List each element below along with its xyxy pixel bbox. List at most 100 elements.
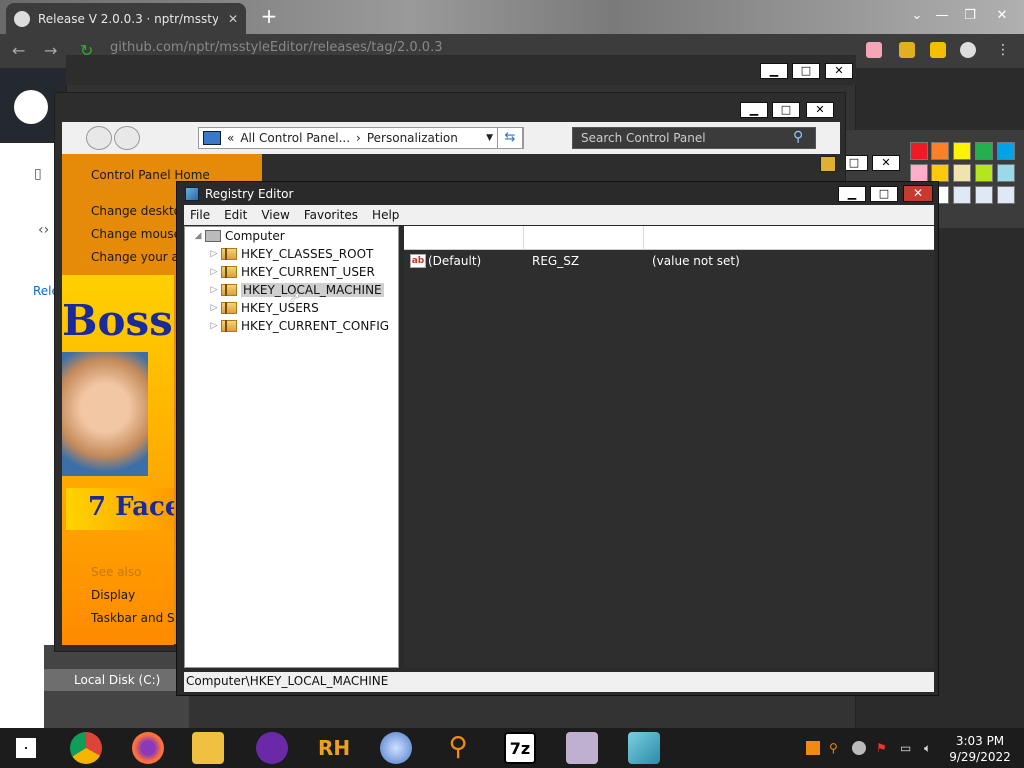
resource-hacker-icon[interactable]: RH — [318, 732, 350, 764]
taskbar-link[interactable]: Taskbar and Sta — [91, 611, 174, 625]
regedit-taskbar-icon[interactable] — [628, 732, 660, 764]
swatch-white-3[interactable] — [975, 186, 993, 204]
yahoo-messenger-icon[interactable] — [256, 732, 288, 764]
chrome-menu-icon[interactable]: ⋮ — [996, 42, 1010, 58]
registry-values-pane[interactable] — [404, 226, 934, 668]
tree-node-hkcr[interactable]: ▷ HKEY_CLASSES_ROOT — [207, 245, 374, 263]
chrome-minimize-button[interactable]: — — [930, 6, 954, 26]
forward-arrow-icon[interactable]: → — [44, 41, 57, 60]
tree-label: HKEY_CURRENT_USER — [241, 265, 375, 279]
reg-close-button[interactable]: ✕ — [903, 185, 933, 202]
value-row[interactable]: ab (Default) REG_SZ (value not set) — [410, 252, 740, 270]
cp-breadcrumb[interactable]: « All Control Panel... › Personalization… — [198, 127, 524, 149]
column-name[interactable] — [404, 226, 524, 250]
menu-edit[interactable]: Edit — [224, 208, 247, 222]
explorer-maximize-button[interactable]: □ — [792, 63, 820, 79]
tree-label-selected: HKEY_LOCAL_MACHINE — [241, 283, 384, 297]
account-avatar-icon[interactable] — [960, 42, 976, 58]
expand-icon[interactable]: ▷ — [207, 321, 221, 331]
swatch-red[interactable] — [910, 142, 928, 160]
breadcrumb-personalization[interactable]: Personalization — [367, 131, 458, 145]
child-photo-image — [62, 352, 148, 476]
swatch-pink[interactable] — [910, 164, 928, 182]
menu-file[interactable]: File — [190, 208, 210, 222]
cp-close-button[interactable]: ✕ — [806, 102, 834, 118]
help-icon[interactable] — [820, 156, 836, 172]
change-account-link[interactable]: Change your ac — [91, 250, 186, 264]
search-icon[interactable]: ⚲ — [793, 129, 803, 145]
volume-icon[interactable]: 🔈︎ — [924, 741, 938, 755]
tray-search-icon[interactable]: ⚲ — [829, 741, 843, 755]
expand-icon[interactable]: ▷ — [207, 303, 221, 313]
tree-node-hkcu[interactable]: ▷ HKEY_CURRENT_USER — [207, 263, 375, 281]
menu-help[interactable]: Help — [372, 208, 399, 222]
change-desktop-link[interactable]: Change desktop — [91, 204, 189, 218]
tray-emoji-icon[interactable] — [852, 741, 866, 755]
swatch-yellow[interactable] — [953, 142, 971, 160]
search-magnifier-icon[interactable]: ⚲ — [442, 732, 474, 764]
swatch-white-4[interactable] — [997, 186, 1015, 204]
menu-favorites[interactable]: Favorites — [304, 208, 358, 222]
cp-search-input[interactable]: Search Control Panel — [572, 127, 816, 149]
expand-icon[interactable]: ▷ — [207, 285, 221, 295]
close-tab-icon[interactable]: ✕ — [228, 12, 238, 26]
sidepanel-icon[interactable] — [930, 42, 946, 58]
paint-taskbar-icon[interactable] — [380, 732, 412, 764]
display-link[interactable]: Display — [91, 588, 135, 602]
profile-flag-icon[interactable] — [866, 42, 882, 58]
new-tab-button[interactable]: + — [258, 6, 280, 28]
breadcrumb-overflow[interactable]: « — [227, 131, 234, 145]
swatch-green[interactable] — [975, 142, 993, 160]
expand-icon[interactable]: ▷ — [207, 249, 221, 259]
swatch-blue[interactable] — [997, 142, 1015, 160]
nav-item-local-disk[interactable]: Local Disk (C:) — [44, 669, 189, 691]
swatch-cream[interactable] — [953, 164, 971, 182]
chevron-down-icon[interactable]: ▼ — [486, 133, 493, 143]
collapse-icon[interactable]: ◢ — [191, 231, 205, 241]
explorer-minimize-button[interactable]: ▁ — [760, 63, 788, 79]
reg-maximize-button[interactable]: □ — [870, 186, 898, 202]
firefox-taskbar-icon[interactable] — [132, 732, 164, 764]
cp-minimize-button[interactable]: ▁ — [740, 102, 768, 118]
change-mouse-link[interactable]: Change mouse — [91, 227, 181, 241]
tray-network-flag-icon[interactable]: ⚑ — [876, 741, 890, 755]
chrome-dropdown-icon[interactable]: ⌄ — [905, 6, 929, 26]
tree-node-hkcc[interactable]: ▷ HKEY_CURRENT_CONFIG — [207, 317, 390, 335]
tree-node-hku[interactable]: ▷ HKEY_USERS — [207, 299, 319, 317]
tray-app-icon[interactable] — [806, 741, 820, 755]
file-explorer-icon[interactable] — [192, 732, 224, 764]
swatch-white-2[interactable] — [953, 186, 971, 204]
chrome-restore-button[interactable]: ❐ — [958, 6, 982, 26]
tray-display-icon[interactable]: ▭ — [900, 741, 914, 755]
chrome-close-button[interactable]: ✕ — [990, 6, 1014, 26]
control-panel-taskbar-icon[interactable] — [566, 732, 598, 764]
reg-minimize-button[interactable]: ▁ — [838, 186, 866, 202]
refresh-icon[interactable]: ⇆ — [497, 127, 523, 149]
breadcrumb-all-control-panel[interactable]: All Control Panel... — [240, 131, 350, 145]
browser-tab[interactable]: Release V 2.0.0.3 · nptr/msstyleEditor ✕ — [6, 3, 246, 34]
start-windows-icon[interactable] — [16, 738, 36, 758]
extensions-puzzle-icon[interactable] — [899, 42, 915, 58]
explorer-close-button[interactable]: ✕ — [825, 63, 853, 79]
forward-button-icon[interactable] — [114, 126, 140, 150]
paint-close-button[interactable]: ✕ — [872, 155, 900, 171]
back-arrow-icon[interactable]: ← — [12, 41, 25, 60]
code-icon[interactable]: ‹› — [38, 222, 49, 238]
back-button-icon[interactable] — [86, 126, 112, 150]
browser-tab-title: Release V 2.0.0.3 · nptr/msstyleEditor — [38, 11, 218, 26]
cp-home-link[interactable]: Control Panel Home — [91, 168, 210, 182]
column-data[interactable] — [644, 226, 934, 250]
cp-maximize-button[interactable]: □ — [772, 102, 800, 118]
menu-view[interactable]: View — [261, 208, 289, 222]
expand-icon[interactable]: ▷ — [207, 267, 221, 277]
swatch-lime[interactable] — [975, 164, 993, 182]
column-type[interactable] — [524, 226, 644, 250]
swatch-light-blue[interactable] — [997, 164, 1015, 182]
7zip-icon[interactable]: 7z — [504, 732, 536, 764]
tree-node-computer[interactable]: ◢ Computer — [191, 227, 285, 245]
chrome-taskbar-icon[interactable] — [70, 732, 102, 764]
taskbar-clock[interactable]: 3:03 PM 9/29/2022 — [940, 733, 1020, 765]
swatch-gold[interactable] — [931, 164, 949, 182]
swatch-orange[interactable] — [931, 142, 949, 160]
github-logo-icon[interactable] — [14, 90, 48, 124]
